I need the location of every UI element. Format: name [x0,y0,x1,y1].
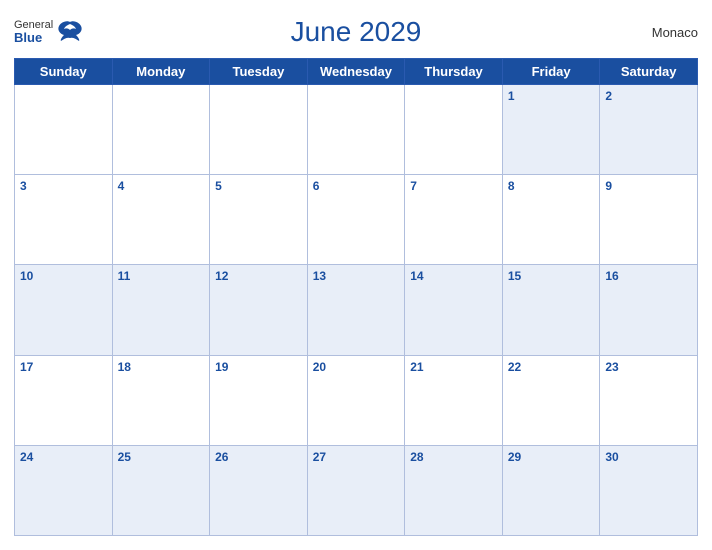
calendar-week-row: 10 11 12 13 14 15 16 [15,265,698,355]
calendar-cell: 10 [15,265,113,355]
day-number: 14 [410,269,423,283]
calendar-week-row: 12 [15,85,698,175]
day-number: 30 [605,450,618,464]
day-number: 3 [20,179,27,193]
country-label: Monaco [652,25,698,40]
calendar-cell: 15 [502,265,600,355]
calendar-cell [307,85,405,175]
calendar-cell: 3 [15,175,113,265]
day-number: 5 [215,179,222,193]
day-number: 16 [605,269,618,283]
day-number: 11 [118,269,131,283]
calendar-cell: 28 [405,445,503,535]
day-number: 9 [605,179,612,193]
day-number: 8 [508,179,515,193]
day-number: 23 [605,360,618,374]
calendar-week-row: 24 25 26 27 28 29 30 [15,445,698,535]
day-number: 17 [20,360,33,374]
day-number: 13 [313,269,326,283]
calendar-cell: 19 [210,355,308,445]
calendar-header-row: SundayMondayTuesdayWednesdayThursdayFrid… [15,59,698,85]
day-number: 22 [508,360,521,374]
weekday-header-saturday: Saturday [600,59,698,85]
calendar-cell: 6 [307,175,405,265]
calendar-cell: 14 [405,265,503,355]
calendar-cell: 24 [15,445,113,535]
calendar-week-row: 3 4 5 6 7 8 9 [15,175,698,265]
day-number: 24 [20,450,33,464]
day-number: 6 [313,179,320,193]
weekday-header-tuesday: Tuesday [210,59,308,85]
day-number: 1 [508,89,515,103]
day-number: 2 [605,89,612,103]
logo-blue: Blue [14,31,53,45]
day-number: 26 [215,450,228,464]
weekday-header-sunday: Sunday [15,59,113,85]
calendar-cell: 18 [112,355,210,445]
calendar-cell: 29 [502,445,600,535]
calendar-cell: 27 [307,445,405,535]
weekday-header-wednesday: Wednesday [307,59,405,85]
logo: General Blue [14,19,83,45]
day-number: 29 [508,450,521,464]
calendar-cell: 13 [307,265,405,355]
calendar-cell: 5 [210,175,308,265]
weekday-header-row: SundayMondayTuesdayWednesdayThursdayFrid… [15,59,698,85]
calendar-cell: 4 [112,175,210,265]
calendar-body: 1234567891011121314151617181920212223242… [15,85,698,536]
day-number: 27 [313,450,326,464]
calendar-title: June 2029 [291,16,422,48]
calendar-cell: 2 [600,85,698,175]
calendar-cell: 21 [405,355,503,445]
calendar-cell: 17 [15,355,113,445]
weekday-header-monday: Monday [112,59,210,85]
calendar-cell: 7 [405,175,503,265]
weekday-header-friday: Friday [502,59,600,85]
day-number: 20 [313,360,326,374]
calendar-cell: 23 [600,355,698,445]
calendar-table: SundayMondayTuesdayWednesdayThursdayFrid… [14,58,698,536]
calendar-cell: 8 [502,175,600,265]
day-number: 19 [215,360,228,374]
logo-bird-icon [57,20,83,42]
calendar-cell: 12 [210,265,308,355]
calendar-cell: 9 [600,175,698,265]
day-number: 15 [508,269,521,283]
logo-text-block: General Blue [14,19,53,45]
calendar-cell [405,85,503,175]
calendar-cell: 22 [502,355,600,445]
calendar-cell: 25 [112,445,210,535]
calendar-cell [210,85,308,175]
day-number: 18 [118,360,131,374]
calendar-cell: 20 [307,355,405,445]
calendar-cell: 26 [210,445,308,535]
day-number: 10 [20,269,33,283]
day-number: 12 [215,269,228,283]
calendar-cell: 11 [112,265,210,355]
day-number: 25 [118,450,131,464]
calendar-header: General Blue June 2029 Monaco [14,10,698,52]
day-number: 21 [410,360,423,374]
calendar-cell: 30 [600,445,698,535]
day-number: 7 [410,179,417,193]
day-number: 28 [410,450,423,464]
calendar-week-row: 17 18 19 20 21 22 23 [15,355,698,445]
weekday-header-thursday: Thursday [405,59,503,85]
calendar-cell: 16 [600,265,698,355]
day-number: 4 [118,179,125,193]
calendar-cell [15,85,113,175]
calendar-cell [112,85,210,175]
calendar-cell: 1 [502,85,600,175]
